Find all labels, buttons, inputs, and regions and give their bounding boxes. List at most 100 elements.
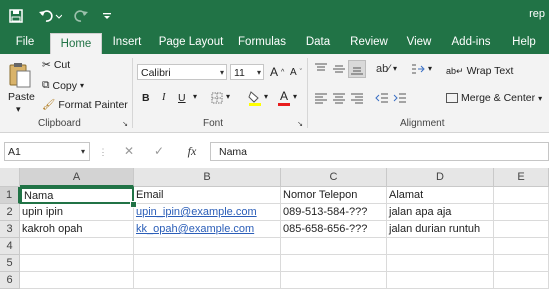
row-header-5[interactable]: 5	[0, 255, 20, 272]
copy-button[interactable]: ⧉ Copy ▾	[42, 79, 84, 92]
cell-b3[interactable]: kk_opah@example.com	[134, 221, 281, 238]
fill-color-dropdown-icon[interactable]: ▾	[264, 92, 268, 101]
cell-e5[interactable]	[494, 255, 549, 272]
underline-button[interactable]: U	[178, 92, 186, 104]
formula-input[interactable]: Nama	[210, 142, 549, 161]
bottom-align-icon[interactable]	[348, 60, 366, 78]
font-color-dropdown-icon[interactable]: ▾	[293, 92, 297, 101]
cut-button[interactable]: ✂ Cut	[42, 59, 70, 71]
tab-file[interactable]: File	[8, 32, 42, 54]
font-name-dropdown-icon[interactable]: ▾	[218, 66, 226, 78]
cancel-icon[interactable]: ✕	[122, 144, 136, 158]
increase-font-size-icon[interactable]: A ^	[270, 65, 284, 79]
cell-a2[interactable]: upin ipin	[20, 204, 134, 221]
merge-center-button[interactable]: Merge & Center ▾	[446, 92, 542, 104]
orientation-icon[interactable]: ab⁄	[374, 62, 392, 76]
cell-a1[interactable]: Nama	[20, 187, 134, 204]
cell-a6[interactable]	[20, 272, 134, 289]
cell-b6[interactable]	[134, 272, 281, 289]
row-header-3[interactable]: 3	[0, 221, 20, 238]
italic-button[interactable]: I	[162, 92, 166, 103]
middle-align-icon[interactable]	[331, 62, 347, 76]
cell-d5[interactable]	[387, 255, 494, 272]
align-left-icon[interactable]	[313, 91, 329, 105]
name-box-dropdown-icon[interactable]: ▾	[78, 146, 88, 156]
cell-c6[interactable]	[281, 272, 387, 289]
decrease-font-size-icon[interactable]: Aˇ	[290, 67, 302, 78]
cell-d6[interactable]	[387, 272, 494, 289]
cell-e2[interactable]	[494, 204, 549, 221]
align-right-icon[interactable]	[349, 91, 365, 105]
row-header-2[interactable]: 2	[0, 204, 20, 221]
cell-b1[interactable]: Email	[134, 187, 281, 204]
font-name-box[interactable]: Calibri	[137, 64, 227, 80]
cell-b5[interactable]	[134, 255, 281, 272]
undo-icon[interactable]	[36, 6, 64, 26]
cell-d4[interactable]	[387, 238, 494, 255]
clipboard-launcher-icon[interactable]: ↘	[121, 120, 129, 128]
cell-c1[interactable]: Nomor Telepon	[281, 187, 387, 204]
indent-dropdown-icon[interactable]: ▾	[428, 64, 432, 73]
column-header-a[interactable]: A	[20, 168, 134, 187]
cell-d2[interactable]: jalan apa aja	[387, 204, 494, 221]
tab-page-layout[interactable]: Page Layout	[155, 32, 227, 54]
format-painter-button[interactable]: 🖌 Format Painter	[42, 98, 128, 112]
cell-c3[interactable]: 085-658-656-???	[281, 221, 387, 238]
tab-review[interactable]: Review	[344, 32, 394, 54]
tab-add-ins[interactable]: Add-ins	[446, 32, 496, 54]
paste-icon[interactable]	[6, 60, 34, 90]
underline-dropdown-icon[interactable]: ▾	[193, 92, 197, 101]
tab-help[interactable]: Help	[505, 32, 543, 54]
top-align-icon[interactable]	[313, 62, 329, 76]
column-header-b[interactable]: B	[134, 168, 281, 187]
font-color-icon[interactable]: A	[278, 89, 290, 106]
enter-icon[interactable]: ✓	[152, 144, 166, 158]
cell-a5[interactable]	[20, 255, 134, 272]
select-all-corner[interactable]	[0, 168, 20, 187]
tab-view[interactable]: View	[401, 32, 437, 54]
tab-formulas[interactable]: Formulas	[234, 32, 290, 54]
wrap-direction-icon[interactable]	[410, 62, 426, 76]
tab-insert[interactable]: Insert	[108, 32, 146, 54]
save-icon[interactable]	[6, 6, 26, 26]
align-center-icon[interactable]	[331, 91, 347, 105]
cell-e3[interactable]	[494, 221, 549, 238]
font-size-dropdown-icon[interactable]: ▾	[255, 66, 263, 78]
orientation-dropdown-icon[interactable]: ▾	[393, 64, 397, 73]
column-header-d[interactable]: D	[387, 168, 494, 187]
cell-c4[interactable]	[281, 238, 387, 255]
cell-c5[interactable]	[281, 255, 387, 272]
cell-b2[interactable]: upin_ipin@example.com	[134, 204, 281, 221]
cell-e6[interactable]	[494, 272, 549, 289]
bold-button[interactable]: B	[142, 92, 150, 104]
paste-button[interactable]: Paste	[8, 91, 35, 103]
insert-function-icon[interactable]: fx	[184, 144, 200, 158]
customize-quick-access-icon[interactable]	[100, 6, 114, 26]
decrease-indent-icon[interactable]	[374, 91, 390, 105]
cell-d1[interactable]: Alamat	[387, 187, 494, 204]
column-header-e[interactable]: E	[494, 168, 549, 187]
borders-dropdown-icon[interactable]: ▾	[226, 92, 230, 101]
resize-handle-icon[interactable]: ⋮	[99, 146, 108, 158]
redo-icon[interactable]	[70, 6, 96, 26]
increase-indent-icon[interactable]	[392, 91, 408, 105]
row-header-1[interactable]: 1	[0, 187, 20, 204]
cell-d3[interactable]: jalan durian runtuh	[387, 221, 494, 238]
paste-dropdown-icon[interactable]: ▾	[16, 104, 21, 115]
borders-icon[interactable]	[210, 91, 224, 105]
tab-data[interactable]: Data	[299, 32, 337, 54]
row-header-6[interactable]: 6	[0, 272, 20, 289]
cell-e1[interactable]	[494, 187, 549, 204]
tab-home[interactable]: Home	[50, 33, 102, 55]
column-header-c[interactable]: C	[281, 168, 387, 187]
cell-a4[interactable]	[20, 238, 134, 255]
fill-color-icon[interactable]	[248, 90, 262, 106]
fill-handle[interactable]	[130, 201, 137, 208]
wrap-text-button[interactable]: ab↵ Wrap Text	[446, 65, 513, 77]
cell-e4[interactable]	[494, 238, 549, 255]
row-header-4[interactable]: 4	[0, 238, 20, 255]
font-launcher-icon[interactable]: ↘	[296, 120, 304, 128]
cell-c2[interactable]: 089-513-584-???	[281, 204, 387, 221]
cell-a3[interactable]: kakroh opah	[20, 221, 134, 238]
cell-b4[interactable]	[134, 238, 281, 255]
